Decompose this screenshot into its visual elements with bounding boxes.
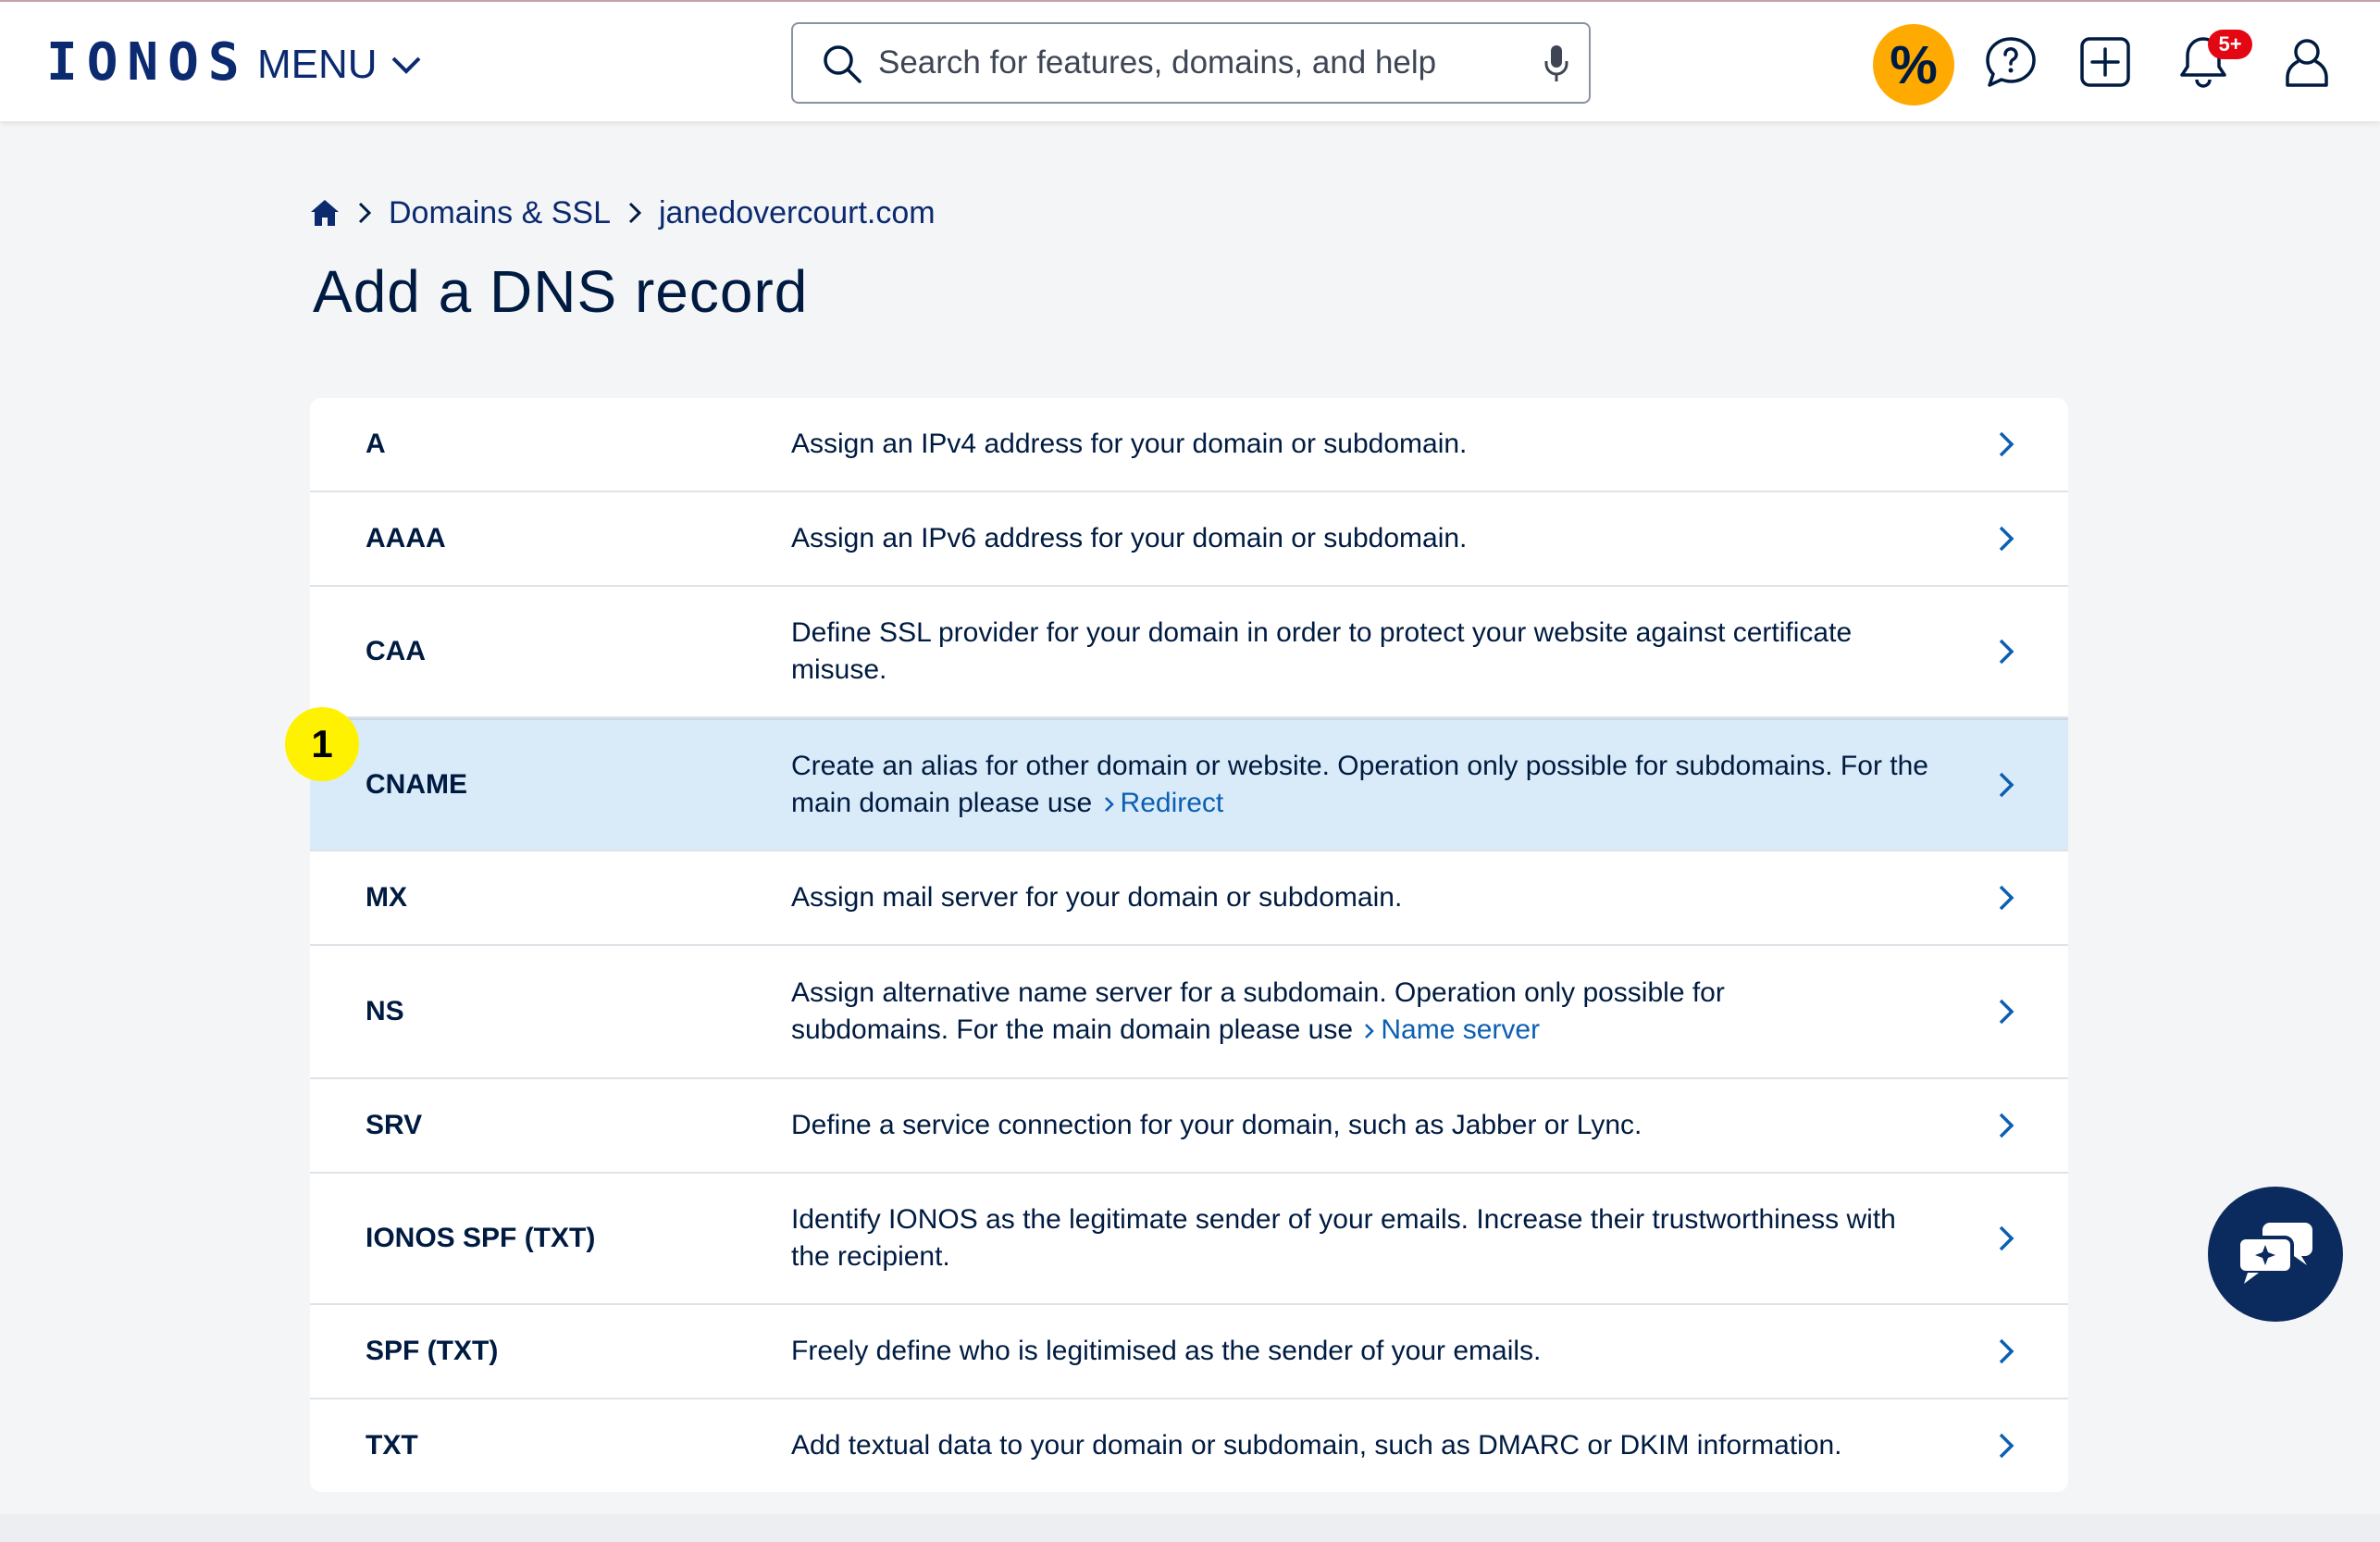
record-description: Identify IONOS as the legitimate sender … [791,1204,1896,1272]
record-type: CNAME [366,769,467,800]
record-description-text: Assign alternative name server for a sub… [791,977,1725,1045]
record-description: Define a service connection for your dom… [791,1110,1642,1140]
add-icon[interactable] [2076,33,2134,91]
breadcrumb-domain[interactable]: janedovercourt.com [659,195,936,231]
breadcrumb-separator [627,200,642,226]
record-description: Create an alias for other domain or webs… [791,748,1939,822]
record-row-aaaa[interactable]: AAAA Assign an IPv6 address for your dom… [310,492,2068,587]
record-description: Add textual data to your domain or subdo… [791,1430,1842,1461]
chevron-right-icon [1999,431,2014,457]
name-server-link-label: Name server [1381,1014,1541,1045]
search-icon [824,45,862,83]
chevron-right-icon [1104,797,1114,812]
record-type: MX [366,882,407,913]
chevron-right-icon [1999,1113,2014,1138]
record-description-text: Create an alias for other domain or webs… [791,751,1928,818]
breadcrumb-separator [357,200,372,226]
record-description: Define SSL provider for your domain in o… [791,617,1853,685]
chevron-right-icon [1999,1225,2014,1251]
record-type: IONOS SPF (TXT) [366,1223,596,1253]
record-description: Freely define who is legitimised as the … [791,1336,1542,1366]
chevron-down-icon [391,56,420,74]
notification-badge: 5+ [2208,30,2252,59]
breadcrumb-domains-ssl[interactable]: Domains & SSL [389,195,611,231]
record-row-caa[interactable]: CAA Define SSL provider for your domain … [310,587,2068,718]
record-row-srv[interactable]: SRV Define a service connection for your… [310,1079,2068,1174]
microphone-icon[interactable] [1543,43,1570,85]
record-type: CAA [366,636,426,666]
record-row-a[interactable]: A Assign an IPv4 address for your domain… [310,398,2068,492]
chevron-right-icon [1999,772,2014,798]
record-description: Assign mail server for your domain or su… [791,882,1403,913]
top-navigation-bar: IONOS MENU % 5+ [0,0,2380,121]
record-type: AAAA [366,523,446,553]
user-icon[interactable] [2278,33,2336,91]
name-server-link[interactable]: Name server [1360,1014,1540,1045]
chat-bubbles-icon [2237,1223,2312,1284]
ionos-logo[interactable]: IONOS [46,37,249,89]
redirect-link-label: Redirect [1120,788,1224,818]
record-row-mx[interactable]: MX Assign mail server for your domain or… [310,852,2068,946]
chevron-right-icon [1999,1338,2014,1364]
search-input[interactable] [878,39,1480,87]
record-description: Assign an IPv6 address for your domain o… [791,523,1468,553]
redirect-link[interactable]: Redirect [1100,788,1224,818]
record-type: SPF (TXT) [366,1336,499,1366]
step-marker: 1 [285,707,359,781]
chevron-right-icon [1999,885,2014,911]
record-type: A [366,429,386,459]
chevron-right-icon [1999,639,2014,665]
record-description: Assign an IPv4 address for your domain o… [791,429,1468,459]
home-icon[interactable] [309,198,341,228]
help-chat-icon[interactable] [1982,33,2039,91]
record-row-ns[interactable]: NS Assign alternative name server for a … [310,946,2068,1079]
chevron-right-icon [1999,999,2014,1025]
record-type: SRV [366,1110,423,1140]
page-title: Add a DNS record [313,258,809,325]
breadcrumb: Domains & SSL janedovercourt.com [309,193,936,233]
record-row-spf[interactable]: SPF (TXT) Freely define who is legitimis… [310,1305,2068,1399]
record-row-txt[interactable]: TXT Add textual data to your domain or s… [310,1399,2068,1492]
record-description: Assign alternative name server for a sub… [791,975,1772,1049]
chevron-right-icon [1999,1433,2014,1459]
chevron-right-icon [1999,526,2014,552]
chat-assistant-button[interactable] [2208,1187,2343,1322]
menu-label: MENU [257,42,378,87]
promo-offers-button[interactable]: % [1873,24,1954,106]
record-type: TXT [366,1430,418,1461]
page-footer-strip [0,1514,2380,1542]
dns-record-type-list: A Assign an IPv4 address for your domain… [310,398,2068,1492]
record-type: NS [366,996,404,1026]
search-box[interactable] [791,22,1591,104]
record-row-cname[interactable]: CNAME Create an alias for other domain o… [310,718,2068,852]
chevron-right-icon [1365,1024,1375,1038]
record-row-ionos-spf[interactable]: IONOS SPF (TXT) Identify IONOS as the le… [310,1174,2068,1305]
menu-button[interactable]: MENU [257,39,422,91]
